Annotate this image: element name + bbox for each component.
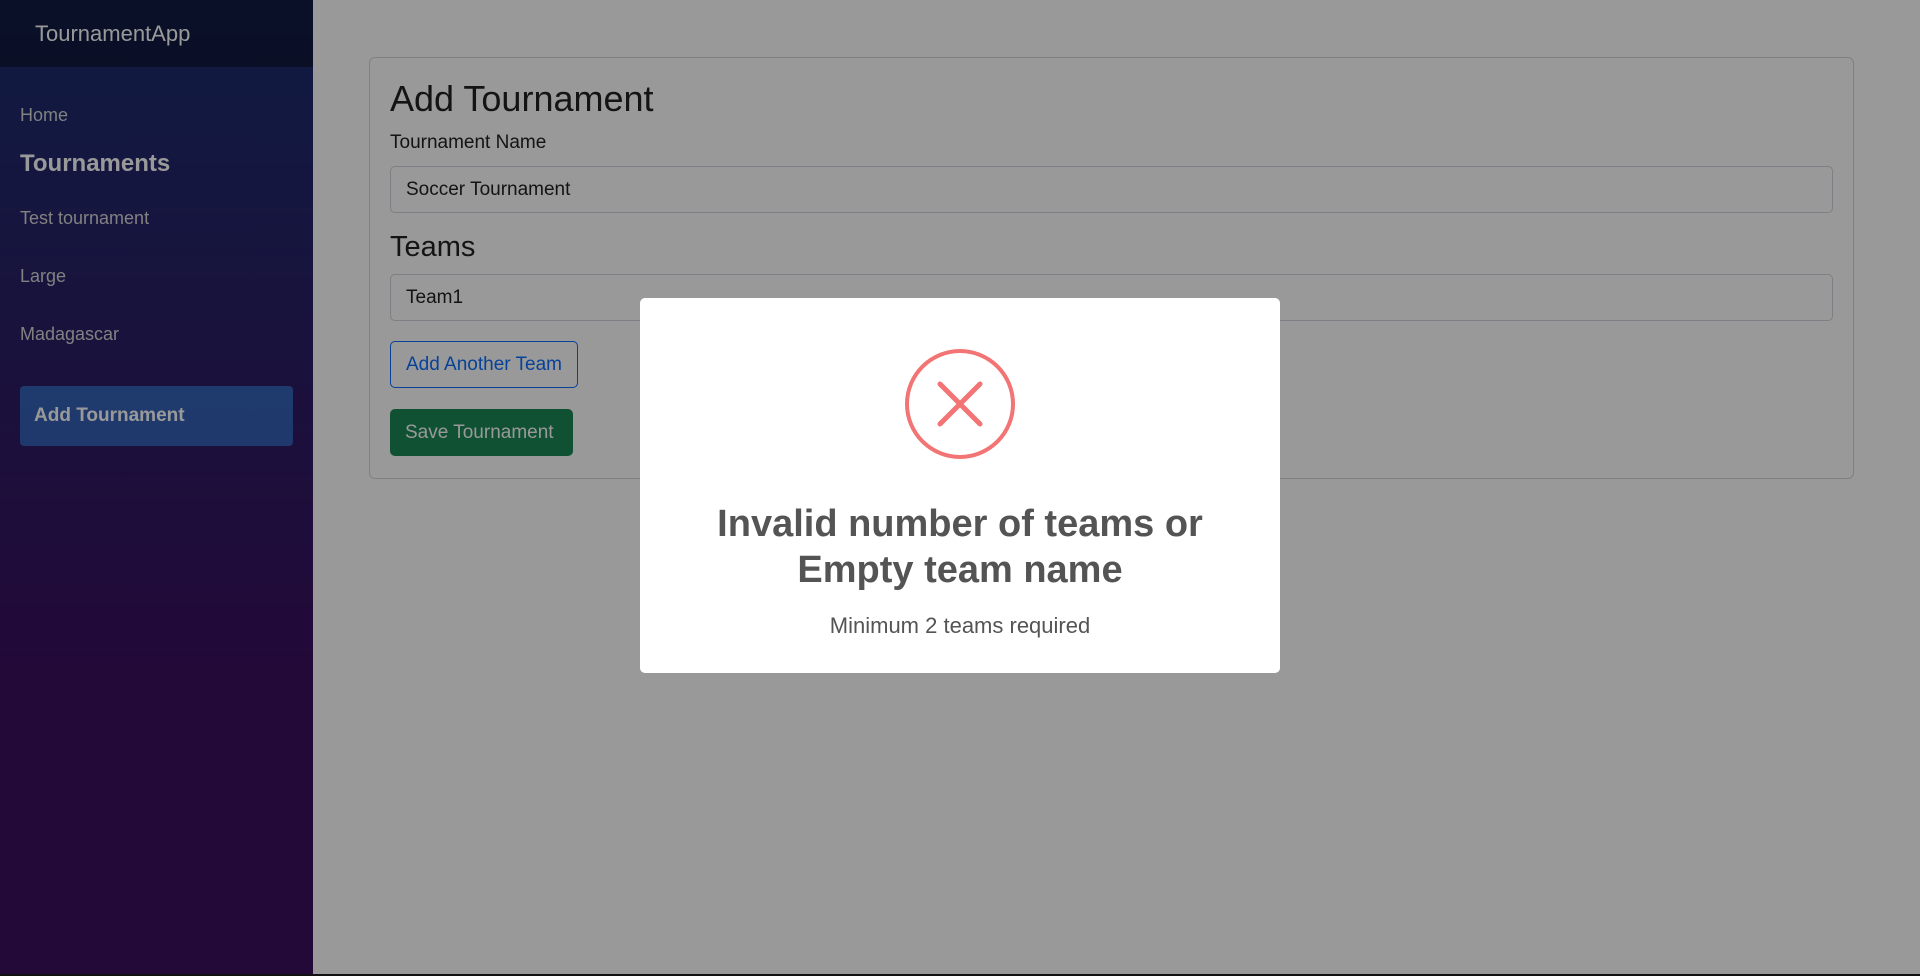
dialog-title-line-2: Empty team name (797, 549, 1123, 591)
error-x-icon (905, 349, 1015, 459)
dialog-message: Minimum 2 teams required (829, 613, 1091, 638)
dialog-title-line-1: Invalid number of teams or (717, 503, 1203, 545)
error-dialog: Invalid number of teams or Empty team na… (640, 298, 1280, 673)
dialog-title: Invalid number of teams or Empty team na… (680, 501, 1240, 593)
